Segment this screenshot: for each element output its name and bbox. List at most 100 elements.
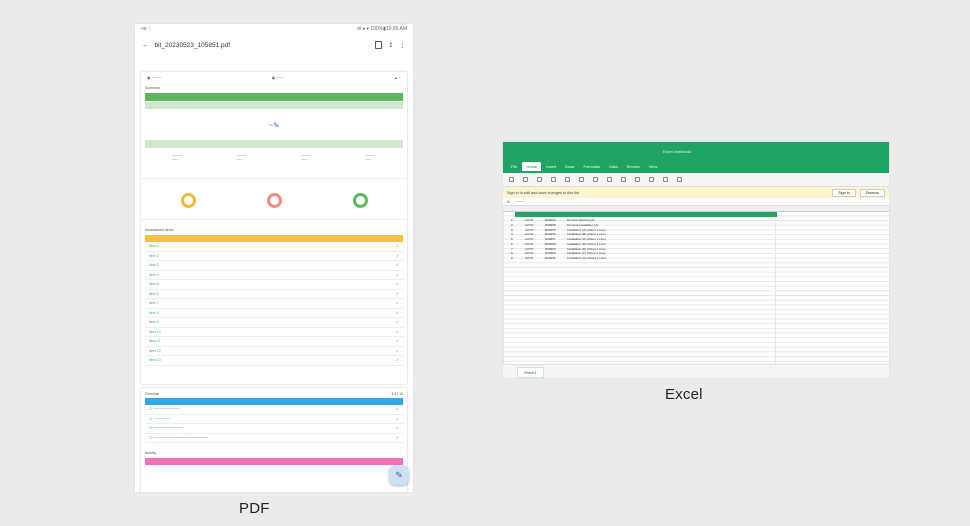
sign-in-button[interactable]: Sign in: [832, 188, 856, 197]
list-item: Item 6 ✓: [145, 290, 403, 299]
canvas: •≋ ⁝ ✉ ⬧ ▾ 100%▮10:00 AM ← bit_20230523_…: [7, 6, 963, 520]
table-cell: 9: [511, 255, 513, 260]
excel-title: Excel workbook: [663, 149, 692, 154]
list-item: Item 9 ✓: [145, 318, 403, 328]
banner-message: Sign in to edit and save changes to this…: [507, 190, 581, 195]
list-item: Item 3 ✓: [145, 261, 403, 271]
list-item: Item 12 ✓: [145, 347, 403, 356]
rings-row: [141, 178, 407, 220]
checklist-header-bar: [145, 398, 403, 405]
edit-fab-button[interactable]: ✎: [389, 465, 409, 485]
filter-icon[interactable]: [663, 177, 668, 182]
tab-review[interactable]: Review: [623, 162, 644, 171]
pdf-caption: PDF: [239, 500, 270, 517]
stat-2: ──── ──: [236, 154, 247, 162]
stats-row: ──── ── ──── ── ──── ── ──── ──: [141, 148, 407, 178]
undo-icon[interactable]: [509, 177, 514, 182]
merge-icon[interactable]: [621, 177, 626, 182]
section2-title: Assessment items: [145, 228, 174, 232]
status-right: ✉ ⬧ ▾ 100%▮10:00 AM: [357, 26, 407, 32]
formula-bar: fx ───: [503, 198, 889, 206]
list-item: ☐ ─────── ✓: [145, 415, 403, 424]
stat-3: ──── ──: [301, 154, 312, 162]
excel-caption: Excel: [665, 386, 703, 403]
italic-icon[interactable]: [537, 177, 542, 182]
list-item: ☐ ──────────── ✓: [145, 424, 403, 434]
list-item: Item 5 ✓: [145, 280, 403, 290]
ring-chart-1: [180, 193, 196, 208]
sheet-tab[interactable]: Sheet1: [517, 367, 544, 378]
tab-insert[interactable]: Insert: [542, 162, 560, 171]
signature-area: ~✎: [141, 110, 407, 140]
tab-file[interactable]: File: [507, 162, 521, 171]
header-row: [515, 212, 777, 217]
section4-title: Activity: [145, 451, 157, 455]
more-icon[interactable]: ⋮: [400, 41, 407, 49]
font-color-icon[interactable]: [579, 177, 584, 182]
sign-in-banner: Sign in to edit and save changes to this…: [503, 187, 889, 198]
header-icon-3: ▲ ─: [394, 76, 401, 80]
list-item: Item 4 ✓: [145, 271, 403, 280]
dismiss-button[interactable]: Dismiss: [859, 188, 885, 197]
page-header: ▣ ──── ▣ ─── ▲ ─: [141, 72, 407, 86]
stat-1: ──── ──: [172, 154, 183, 162]
number-format-icon[interactable]: [635, 177, 640, 182]
underline-icon[interactable]: [551, 177, 556, 182]
tab-draw[interactable]: Draw: [561, 162, 578, 171]
formula-input[interactable]: ───: [516, 200, 524, 204]
assessment-list: Item 1 ✓ Item 2 ✓ Item 3 ✓ Item 4 ✓ Item 5 ✓ …: [145, 242, 403, 366]
checklist-value: 4.4 / 10: [391, 392, 403, 396]
list-item: ☐ ─────────── ✓: [145, 405, 403, 415]
table-cell: AUTO: [525, 255, 534, 260]
checklist-list: ☐ ─────────── ✓ ☐ ─────── ✓ ☐ ────────────…: [145, 405, 403, 443]
excel-title-bar: Excel workbook File Home Insert Draw For…: [503, 142, 889, 173]
table-cell: Installation (G) (Client 1 Line): [567, 255, 607, 260]
sheet-bar: Sheet1: [503, 364, 889, 378]
pdf-toolbar: ← bit_20230523_105851.pdf ⇪ ⋮: [135, 34, 413, 56]
ribbon-tabs: File Home Insert Draw Formulas Data Revi…: [507, 162, 661, 171]
checklist-header: Checklist 4.4 / 10: [141, 388, 407, 398]
list-item: Item 2 ✓: [145, 252, 403, 261]
document-icon[interactable]: [375, 41, 383, 49]
tab-data[interactable]: Data: [605, 162, 621, 171]
sort-icon[interactable]: [649, 177, 654, 182]
signature-icon: ~✎: [268, 120, 280, 130]
header-icon-2: ▣ ───: [271, 76, 284, 80]
pdf-page-2: Checklist 4.4 / 10 ☐ ─────────── ✓ ☐ ────…: [141, 388, 407, 492]
list-item: ☐ ────────────────────── ✓: [145, 434, 403, 443]
activity-header-bar: [145, 458, 403, 465]
ring-chart-2: [266, 193, 282, 208]
fill-icon[interactable]: [565, 177, 570, 182]
status-bar: •≋ ⁝ ✉ ⬧ ▾ 100%▮10:00 AM: [135, 24, 413, 34]
list-item: Item 7 ✓: [145, 299, 403, 309]
ring-chart-3: [352, 193, 368, 208]
bold-icon[interactable]: [523, 177, 528, 182]
assessment-header-bar: [145, 235, 403, 242]
back-arrow-icon[interactable]: ←: [142, 42, 149, 49]
summary-header-bar: [145, 93, 403, 101]
section2-bar: [145, 140, 403, 148]
share-icon[interactable]: ⇪: [388, 41, 393, 49]
tab-view[interactable]: View: [645, 162, 662, 171]
stat-4: ──── ──: [365, 154, 376, 162]
tab-home[interactable]: Home: [522, 162, 542, 171]
tab-formulas[interactable]: Formulas: [579, 162, 604, 171]
excel-screen: Excel workbook File Home Insert Draw For…: [503, 142, 889, 378]
table-cell: R00061: [545, 255, 556, 260]
summary-subheader-bar: [145, 102, 403, 109]
header-icon-1: ▣ ────: [147, 76, 162, 80]
list-item: Item 10 ✓: [145, 328, 403, 337]
table-row[interactable]: 9 AUTO R00061 Installation (G) (Client 1 Li…: [511, 256, 637, 261]
align-icon[interactable]: [593, 177, 598, 182]
pdf-page-1: ▣ ──── ▣ ─── ▲ ─ Summary ~✎ ──── ── ──── ─…: [141, 72, 407, 384]
section1-title: Summary: [145, 86, 160, 90]
pin-icon: ✎: [395, 469, 403, 480]
pdf-filename: bit_20230523_105851.pdf: [154, 41, 231, 49]
ribbon-toolbar: [503, 173, 889, 187]
find-icon[interactable]: [677, 177, 682, 182]
wrap-icon[interactable]: [607, 177, 612, 182]
list-item: Item 13 ✓: [145, 356, 403, 366]
status-left: •≋ ⁝: [141, 26, 150, 32]
list-item: Item 8 ✓: [145, 309, 403, 318]
fx-icon: fx: [507, 199, 510, 204]
